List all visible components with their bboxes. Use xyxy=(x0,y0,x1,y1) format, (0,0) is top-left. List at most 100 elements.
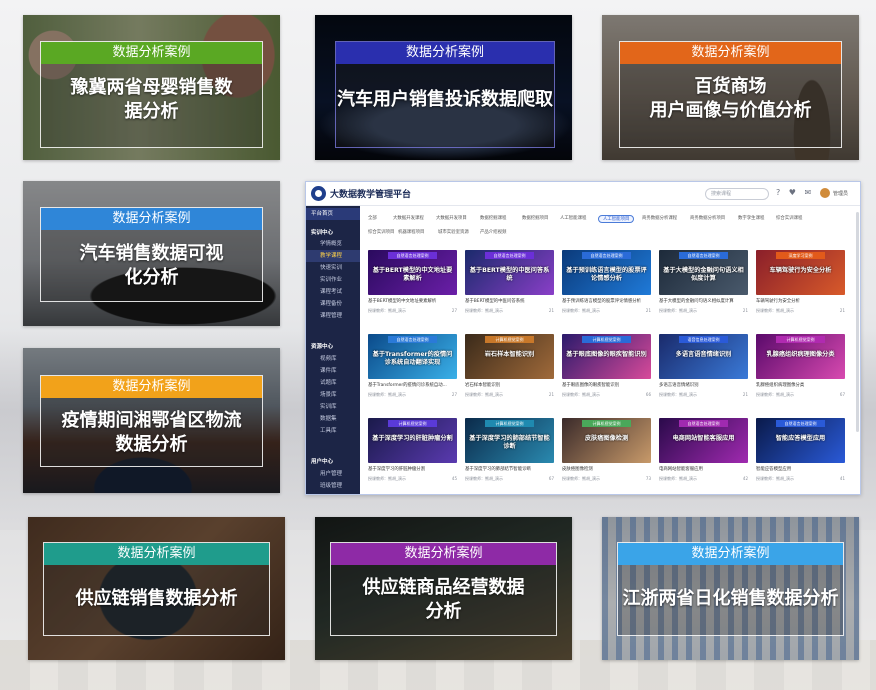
sidebar-item[interactable]: 工具库 xyxy=(306,425,360,437)
course-thumbnail: 自然语言处理案例 基于BERT模型的中文地址要素解析 xyxy=(368,250,457,295)
case-tag: 数据分析案例 xyxy=(336,42,554,64)
course-title[interactable]: 岩石样本智能识别 xyxy=(465,382,554,388)
course-title[interactable]: 车辆驾驶行为安全分析 xyxy=(756,298,845,304)
course-teacher: 授课教师：熊胡_演示 xyxy=(659,476,697,481)
course-card[interactable]: 计算机视觉案例 基于深度学习的肝脏肿瘤分割基于深度学习的肝脏肿瘤分割 授课教师：熊胡… xyxy=(368,418,457,488)
case-title: 疫情期间湘鄂省区物流数据分析 xyxy=(61,410,242,455)
sidebar-item[interactable]: 资源中心 xyxy=(306,341,360,353)
course-card[interactable]: 计算机视觉案例 皮肤癌图像检测 皮肤癌图像检测 授课教师：熊胡_演示 73 xyxy=(562,418,651,488)
sidebar-item[interactable]: 用户管理 xyxy=(306,468,360,480)
course-title[interactable]: 多语言语音情绪识别 xyxy=(659,382,748,388)
course-teacher: 授课教师：熊胡_演示 xyxy=(756,476,794,481)
course-title[interactable]: 基于BERT模型的中文地址要素解析 xyxy=(368,298,457,304)
case-caption-box: 数据分析案例 江浙两省日化销售数据分析 xyxy=(617,542,844,636)
filter-chip[interactable]: 机器课程项目 xyxy=(398,229,424,237)
course-card[interactable]: 计算机视觉案例 基于眼底图像的眼疾智能识别 基于眼底图像的眼疾智能识别 授课教师：熊胡… xyxy=(562,334,651,404)
case-card-epidemic-logistics[interactable]: 数据分析案例 疫情期间湘鄂省区物流数据分析 xyxy=(23,348,280,493)
avatar[interactable] xyxy=(820,188,830,198)
course-thumb-title: 多语言语音情绪识别 xyxy=(675,351,732,358)
case-card-car-visualization[interactable]: 数据分析案例 汽车销售数据可视化分析 xyxy=(23,181,280,326)
course-title[interactable]: 基于深度学习的肺部结节智能诊断 xyxy=(465,466,554,472)
course-teacher: 授课教师：熊胡_演示 xyxy=(659,392,697,397)
course-card[interactable]: 自然语言处理案例 基于Transformer的疫情问诊系统自动翻译实现 基于Tran… xyxy=(368,334,457,404)
course-title[interactable]: 基于深度学习的肝脏肿瘤分割 xyxy=(368,466,457,472)
course-title[interactable]: 基于预训练语言模型的股票评论情感分析 xyxy=(562,298,651,304)
course-tag: 计算机视觉案例 xyxy=(485,420,534,427)
sidebar-item[interactable]: 试题库 xyxy=(306,377,360,389)
sidebar-item[interactable]: 场景库 xyxy=(306,389,360,401)
course-teacher: 授课教师：熊胡_演示 xyxy=(465,476,503,481)
case-card-car-complaints[interactable]: 数据分析案例 汽车用户销售投诉数据爬取 xyxy=(315,15,572,160)
course-card[interactable]: 语音信息处理案例 多语言语音情绪识别 多语言语音情绪识别 授课教师：熊胡_演示 21 xyxy=(659,334,748,404)
course-card[interactable]: 计算机视觉案例 乳腺癌组织病理图像分类 乳腺癌组织病理图像分类 授课教师：熊胡_演示 6… xyxy=(756,334,845,404)
sidebar-item[interactable]: 教学课程 xyxy=(306,250,360,262)
course-card[interactable]: 深度学习案例 车辆驾驶行为安全分析 车辆驾驶行为安全分析 授课教师：熊胡_演示 21 xyxy=(756,250,845,320)
case-card-supply-chain-sales[interactable]: 数据分析案例 供应链销售数据分析 xyxy=(28,517,285,660)
course-count: 21 xyxy=(742,308,748,313)
filter-chip[interactable]: 综合实训项目 xyxy=(368,229,394,237)
filter-chip[interactable]: 大数据开发项目 xyxy=(436,215,467,223)
sidebar-item[interactable]: 用户中心 xyxy=(306,456,360,468)
filter-chip[interactable]: 数据挖掘课程 xyxy=(480,215,506,223)
filter-chip[interactable]: 综合实训课程 xyxy=(776,215,802,223)
filter-chip[interactable]: 数据挖掘项目 xyxy=(522,215,548,223)
filter-chip[interactable]: 大数据开发课程 xyxy=(393,215,424,223)
user-name[interactable]: 管理员 xyxy=(833,190,848,197)
case-title-line1: 百货商场 xyxy=(694,76,767,97)
sidebar-item[interactable]: 视频库 xyxy=(306,353,360,365)
course-tag: 自然语言处理案例 xyxy=(679,252,728,259)
case-tag: 数据分析案例 xyxy=(44,543,269,565)
sidebar-item[interactable]: 课件库 xyxy=(306,365,360,377)
header-icons[interactable]: ? ♥ ✉ xyxy=(776,188,814,197)
sidebar-item[interactable]: 数据集 xyxy=(306,413,360,425)
course-title[interactable]: 基于大模型的金融问句语义相似度计算 xyxy=(659,298,748,304)
scrollbar[interactable] xyxy=(856,212,859,432)
course-card[interactable]: 自然语言处理案例 智能应答模型应用 智能应答模型应用 授课教师：熊胡_演示 41 xyxy=(756,418,845,488)
case-card-maternal-sales[interactable]: 数据分析案例 豫冀两省母婴销售数据分析 xyxy=(23,15,280,160)
sidebar-item[interactable]: 实训作业 xyxy=(306,274,360,286)
filter-chip[interactable]: 商务数据分析项目 xyxy=(690,215,725,223)
course-title[interactable]: 皮肤癌图像检测 xyxy=(562,466,651,472)
sidebar-item[interactable]: 课程考试 xyxy=(306,286,360,298)
course-tag: 计算机视觉案例 xyxy=(485,336,534,343)
filter-chip[interactable]: 商务数据分析课程 xyxy=(642,215,677,223)
sidebar-item[interactable]: 平台首页 xyxy=(306,208,360,220)
case-card-daily-chemical-sales[interactable]: 数据分析案例 江浙两省日化销售数据分析 xyxy=(602,517,859,660)
filter-chip[interactable]: 全部 xyxy=(368,215,377,223)
course-title[interactable]: 基于Transformer的疫情问诊系统自动... xyxy=(368,382,457,388)
sidebar-item[interactable]: 课程备份 xyxy=(306,298,360,310)
sidebar: 平台首页 实训中心 学情概览 教学课程 快速实训 实训作业 课程考试 课程备份 课程管理 资源中心… xyxy=(306,206,360,494)
course-card[interactable]: 自然语言处理案例 电商网站智能客服应用 电商网站智能客服应用 授课教师：熊胡_演示 42 xyxy=(659,418,748,488)
filter-chip[interactable]: 城市实验室资源 xyxy=(438,229,469,237)
case-title: 豫冀两省母婴销售数据分析 xyxy=(70,77,233,122)
course-title[interactable]: 电商网站智能客服应用 xyxy=(659,466,748,472)
sidebar-item[interactable]: 实训库 xyxy=(306,401,360,413)
course-tag: 自然语言处理案例 xyxy=(485,252,534,259)
course-teacher: 授课教师：熊胡_演示 xyxy=(368,476,406,481)
course-title[interactable]: 基于BERT模型的中医问答系统 xyxy=(465,298,554,304)
filter-chip[interactable]: 数字孪生课程 xyxy=(738,215,764,223)
sidebar-item[interactable]: 班级管理 xyxy=(306,480,360,492)
course-tag: 自然语言处理案例 xyxy=(582,252,631,259)
course-title[interactable]: 乳腺癌组织病理图像分类 xyxy=(756,382,845,388)
course-card[interactable]: 计算机视觉案例 岩石样本智能识别 岩石样本智能识别 授课教师：熊胡_演示 21 xyxy=(465,334,554,404)
course-thumb-title: 电商网站智能客服应用 xyxy=(672,435,735,442)
course-thumbnail: 计算机视觉案例 基于深度学习的肝脏肿瘤分割 xyxy=(368,418,457,463)
filter-chip[interactable]: 人工智能课程 xyxy=(560,215,586,223)
course-title[interactable]: 基于眼底图像的眼疾智能识别 xyxy=(562,382,651,388)
filter-chip[interactable]: 产品介绍视频 xyxy=(480,229,506,237)
course-card[interactable]: 自然语言处理案例 基于BERT模型的中文地址要素解析基于BERT模型的中文地址要素… xyxy=(368,250,457,320)
course-card[interactable]: 计算机视觉案例 基于深度学习的肺部结节智能诊断 基于深度学习的肺部结节智能诊断 授课教… xyxy=(465,418,554,488)
case-card-supply-chain-goods[interactable]: 数据分析案例 供应链商品经营数据分析 xyxy=(315,517,572,660)
course-title[interactable]: 智能应答模型应用 xyxy=(756,466,845,472)
sidebar-item[interactable]: 课程管理 xyxy=(306,310,360,322)
sidebar-item[interactable]: 快速实训 xyxy=(306,262,360,274)
course-thumbnail: 自然语言处理案例 电商网站智能客服应用 xyxy=(659,418,748,463)
course-card[interactable]: 自然语言处理案例 基于大模型的金融问句语义相似度计算 基于大模型的金融问句语义相似度… xyxy=(659,250,748,320)
sidebar-item[interactable]: 学情概览 xyxy=(306,238,360,250)
search-input[interactable]: 搜索课程 xyxy=(705,188,769,200)
course-card[interactable]: 自然语言处理案例 基于预训练语言模型的股票评论情感分析 基于预训练语言模型的股票评论… xyxy=(562,250,651,320)
filter-chip[interactable]: 人工智能项目 xyxy=(598,215,635,223)
case-card-mall-profile[interactable]: 数据分析案例 百货商场 用户画像与价值分析 xyxy=(602,15,859,160)
course-card[interactable]: 自然语言处理案例 基于BERT模型的中医问答系统 基于BERT模型的中医问答系统 授课… xyxy=(465,250,554,320)
